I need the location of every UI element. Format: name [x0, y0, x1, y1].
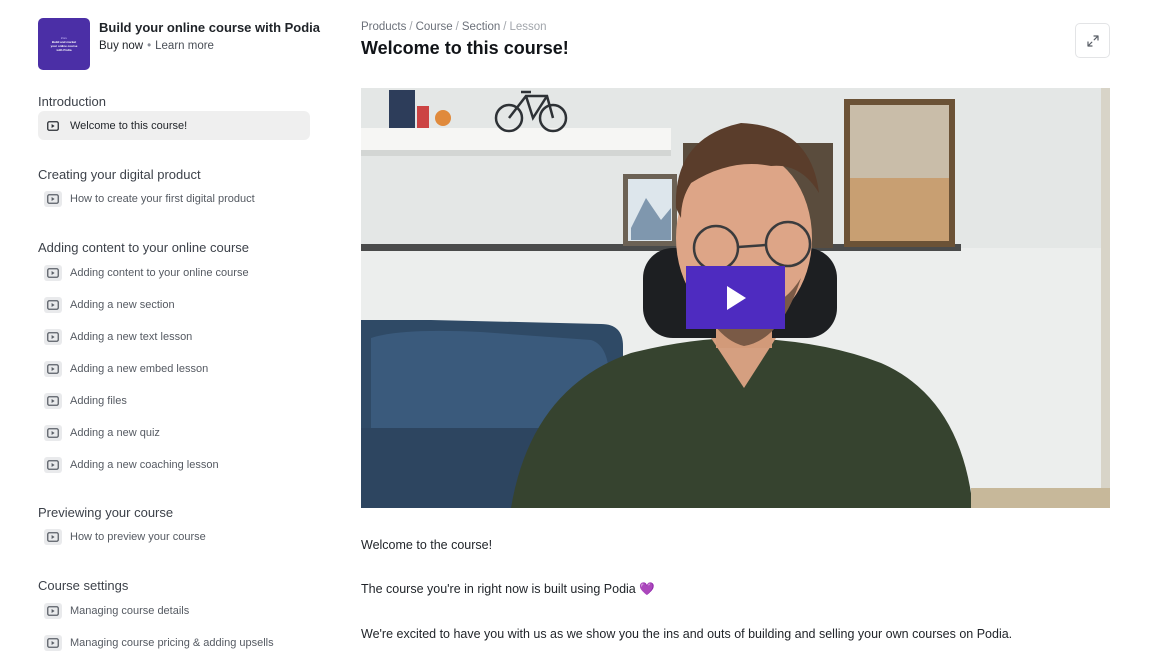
sidebar-lesson-pricing-upsells[interactable]: Managing course pricing & adding upsells: [38, 628, 310, 656]
learn-more-link[interactable]: Learn more: [155, 40, 214, 52]
separator-dot: •: [147, 40, 152, 52]
lesson-label: Adding a new section: [70, 298, 175, 311]
lesson-label: Adding a new coaching lesson: [70, 458, 219, 471]
video-lesson-icon: [44, 264, 62, 281]
sidebar-lesson-quiz[interactable]: Adding a new quiz: [38, 418, 310, 447]
lesson-label: How to preview your course: [70, 530, 206, 543]
sidebar-lesson-create-first[interactable]: How to create your first digital product: [38, 184, 310, 213]
video-lesson-icon: [44, 392, 62, 409]
lesson-label: Adding a new quiz: [70, 426, 160, 439]
sidebar-lesson-preview[interactable]: How to preview your course: [38, 522, 310, 551]
play-icon: [726, 285, 746, 310]
purple-heart-icon: 💜: [639, 582, 655, 596]
page-title: Welcome to this course!: [361, 38, 569, 58]
play-button[interactable]: [686, 266, 785, 329]
video-lesson-icon: [44, 634, 62, 651]
section-title-introduction: Introduction: [38, 94, 106, 109]
expand-button[interactable]: [1075, 23, 1110, 58]
lesson-label: How to create your first digital product: [70, 192, 255, 205]
breadcrumb: Products / Course / Section / Lesson: [361, 21, 547, 33]
section-title-course-settings: Course settings: [38, 578, 129, 593]
course-title: Build your online course with Podia: [99, 20, 321, 35]
lesson-paragraph: We're excited to have you with us as we …: [361, 627, 1013, 641]
breadcrumb-separator: /: [455, 21, 459, 33]
lesson-label: Adding a new embed lesson: [70, 362, 209, 375]
breadcrumb-course[interactable]: Course: [416, 21, 453, 33]
breadcrumb-separator: /: [503, 21, 507, 33]
buy-now-link[interactable]: Buy now: [99, 40, 143, 52]
lesson-label: Adding a new text lesson: [70, 330, 193, 343]
sidebar-lesson-adding-content[interactable]: Adding content to your online course: [38, 258, 310, 287]
video-lesson-icon: [44, 424, 62, 441]
video-lesson-icon: [44, 118, 62, 134]
course-sidebar: Zoru Build and market your online course…: [0, 0, 330, 656]
lesson-paragraph: Welcome to the course!: [361, 538, 493, 552]
lesson-label: Welcome to this course!: [70, 119, 188, 132]
breadcrumb-products[interactable]: Products: [361, 21, 406, 33]
video-lesson-icon: [44, 190, 62, 207]
sidebar-lesson-new-section[interactable]: Adding a new section: [38, 290, 310, 319]
lesson-paragraph: The course you're in right now is built …: [361, 582, 655, 597]
section-title-creating: Creating your digital product: [38, 167, 201, 182]
sidebar-lesson-embed-lesson[interactable]: Adding a new embed lesson: [38, 354, 310, 383]
thumbnail-text: with Podia: [56, 48, 72, 52]
video-lesson-icon: [44, 602, 62, 619]
video-lesson-icon: [44, 360, 62, 377]
video-lesson-icon: [44, 456, 62, 473]
breadcrumb-current: Lesson: [509, 21, 547, 33]
lesson-label: Adding content to your online course: [70, 266, 249, 279]
sidebar-lesson-course-details[interactable]: Managing course details: [38, 596, 310, 625]
breadcrumb-separator: /: [409, 21, 413, 33]
course-header: Zoru Build and market your online course…: [38, 18, 320, 70]
lesson-label: Managing course pricing & adding upsells: [70, 636, 274, 649]
section-title-previewing: Previewing your course: [38, 505, 174, 520]
course-thumbnail[interactable]: Zoru Build and market your online course…: [38, 18, 90, 70]
section-title-adding-content: Adding content to your online course: [38, 240, 250, 255]
sidebar-lesson-coaching[interactable]: Adding a new coaching lesson: [38, 450, 310, 479]
lesson-label: Adding files: [70, 394, 127, 407]
sidebar-lesson-files[interactable]: Adding files: [38, 386, 310, 415]
video-lesson-icon: [44, 296, 62, 313]
sidebar-lesson-welcome[interactable]: Welcome to this course!: [38, 111, 310, 140]
video-lesson-icon: [44, 528, 62, 545]
lesson-label: Managing course details: [70, 604, 190, 617]
video-player[interactable]: [361, 88, 1110, 508]
breadcrumb-section[interactable]: Section: [462, 21, 500, 33]
paragraph-text: The course you're in right now is built …: [361, 582, 636, 596]
expand-icon: [1086, 34, 1099, 47]
video-lesson-icon: [44, 328, 62, 345]
sidebar-lesson-text-lesson[interactable]: Adding a new text lesson: [38, 322, 310, 351]
